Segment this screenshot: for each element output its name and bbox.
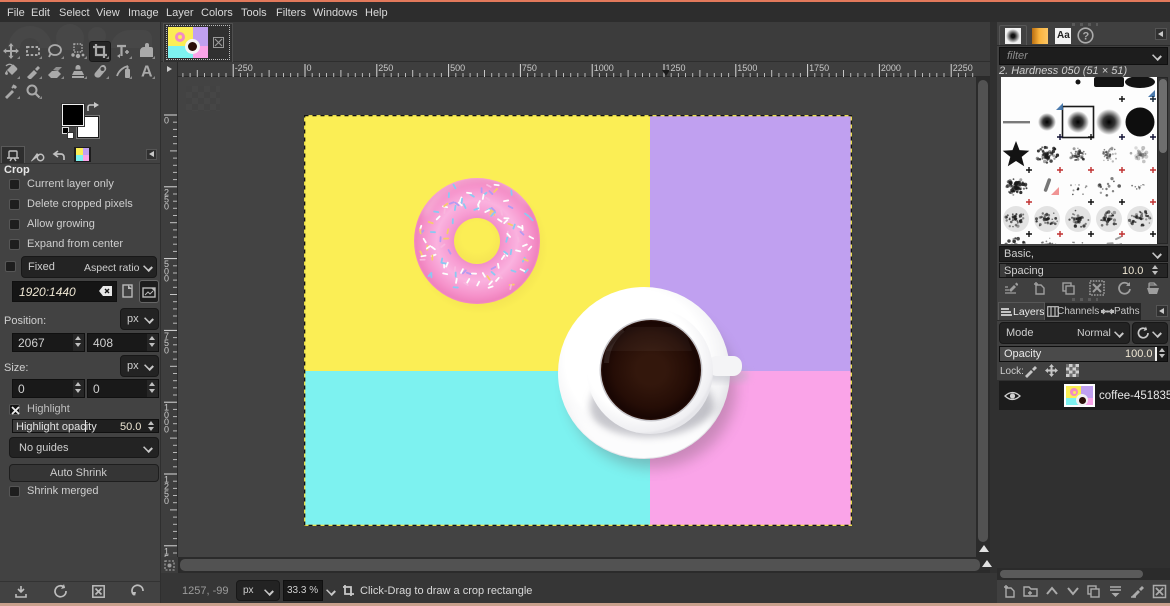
svg-text:500: 500 — [450, 63, 465, 73]
svg-text:250: 250 — [378, 63, 393, 73]
svg-text:750: 750 — [522, 63, 537, 73]
svg-text:-250: -250 — [235, 63, 253, 73]
svg-text:2250: 2250 — [953, 63, 973, 73]
svg-text:?: ? — [1083, 31, 1090, 43]
svg-text:0: 0 — [164, 116, 169, 126]
svg-text:1500: 1500 — [737, 63, 757, 73]
svg-text:0: 0 — [164, 496, 169, 506]
svg-text:0: 0 — [164, 424, 169, 434]
svg-text:0: 0 — [164, 274, 169, 284]
svg-text:1750: 1750 — [809, 63, 829, 73]
svg-text:0: 0 — [164, 202, 169, 212]
svg-text:0: 0 — [307, 63, 312, 73]
svg-text:2000: 2000 — [881, 63, 901, 73]
svg-text:0: 0 — [164, 345, 169, 355]
svg-text:1000: 1000 — [594, 63, 614, 73]
